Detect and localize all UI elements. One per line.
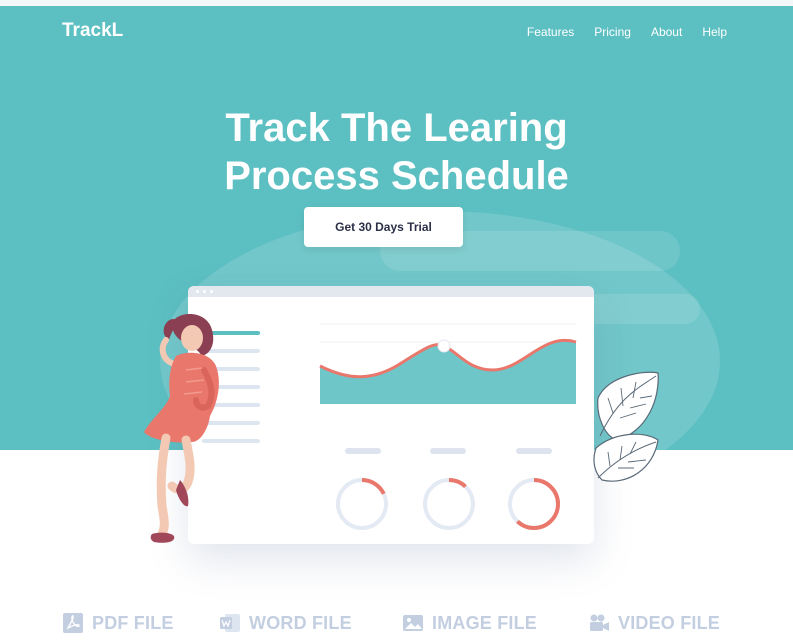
trial-button[interactable]: Get 30 Days Trial [304, 207, 463, 247]
brand-logo[interactable]: TrackL [62, 20, 123, 42]
progress-ring [508, 478, 560, 530]
window-dot [203, 290, 206, 293]
stat-label-bar [516, 448, 552, 454]
file-type-label: WORD FILE [249, 612, 352, 633]
chart-point [437, 339, 451, 353]
nav-item-pricing[interactable]: Pricing [594, 25, 631, 39]
pdf-file-icon [63, 613, 83, 633]
file-type-label: IMAGE FILE [432, 612, 537, 633]
file-type-label: VIDEO FILE [618, 612, 721, 633]
image-file-icon [403, 615, 423, 631]
file-type-label: PDF FILE [92, 612, 174, 633]
dashboard-illustration [188, 286, 594, 544]
ring-track [423, 478, 475, 530]
nav-item-about[interactable]: About [651, 25, 682, 39]
headline-line-2: Process Schedule [224, 154, 569, 198]
progress-ring [336, 478, 388, 530]
window-titlebar [188, 286, 594, 297]
progress-ring [423, 478, 475, 530]
wave-chart [319, 323, 577, 404]
file-type-image[interactable]: IMAGE FILE [402, 612, 537, 634]
headline-line-1: Track The Learing [225, 106, 568, 150]
leaf-illustration [593, 371, 659, 482]
window-dot [210, 290, 213, 293]
top-nav: Features Pricing About Help [527, 25, 727, 39]
video-file-icon [590, 614, 609, 631]
file-type-word[interactable]: WORD FILE [219, 612, 352, 634]
nav-item-features[interactable]: Features [527, 25, 574, 39]
file-type-pdf[interactable]: PDF FILE [62, 612, 174, 634]
stat-label-bar [345, 448, 381, 454]
stat-label-bar [430, 448, 466, 454]
nav-item-help[interactable]: Help [702, 25, 727, 39]
window-dot [196, 290, 199, 293]
file-type-video[interactable]: VIDEO FILE [588, 612, 720, 634]
word-file-icon [220, 614, 240, 632]
woman-illustration [144, 314, 219, 543]
hero-headline: Track The Learing Process Schedule [0, 104, 793, 200]
